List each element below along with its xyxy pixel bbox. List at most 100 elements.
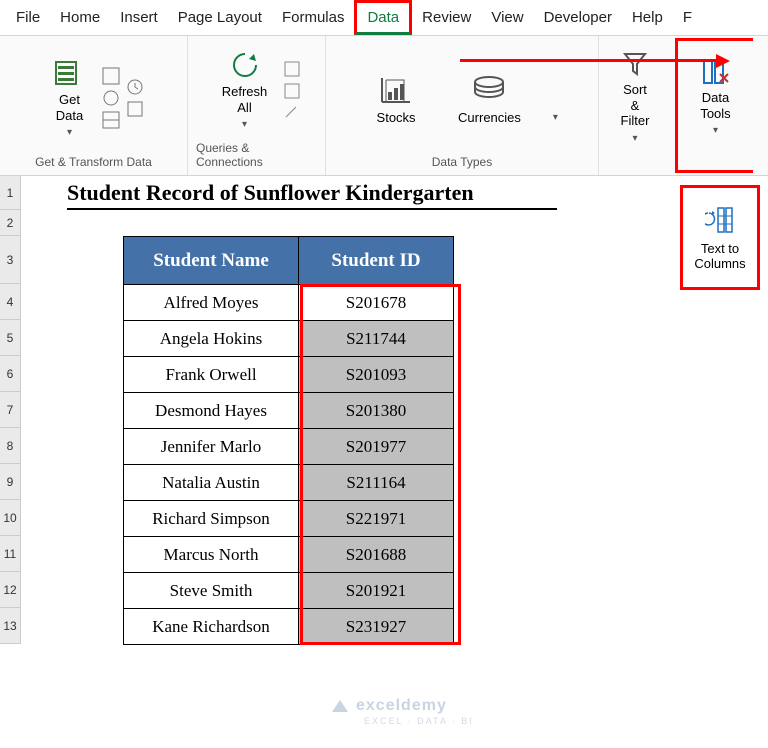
row-header[interactable]: 11 (0, 536, 20, 572)
table-row: Marcus NorthS201688 (124, 537, 454, 573)
row-header[interactable]: 5 (0, 320, 20, 356)
chevron-down-icon: ▾ (242, 119, 247, 131)
student-table: Student Name Student ID Alfred MoyesS201… (123, 236, 454, 645)
table-row: Angela HokinsS211744 (124, 321, 454, 357)
watermark-sub: EXCEL · DATA · BI (364, 716, 474, 726)
data-tools-label: DataTools (700, 90, 730, 121)
row-header[interactable]: 12 (0, 572, 20, 608)
refresh-all-button[interactable]: RefreshAll ▾ (212, 46, 278, 135)
cell-id[interactable]: S201093 (299, 357, 454, 393)
header-id[interactable]: Student ID (299, 237, 454, 285)
row-header[interactable]: 10 (0, 500, 20, 536)
table-row: Natalia AustinS211164 (124, 465, 454, 501)
table-row: Steve SmithS201921 (124, 573, 454, 609)
row-header[interactable]: 7 (0, 392, 20, 428)
cell-name[interactable]: Jennifer Marlo (124, 429, 299, 465)
get-data-icon (54, 56, 86, 88)
from-text-icon (102, 67, 120, 85)
tab-developer[interactable]: Developer (534, 3, 622, 32)
table-header-row: Student Name Student ID (124, 237, 454, 285)
cell-id[interactable]: S201380 (299, 393, 454, 429)
chevron-down-icon: ▾ (713, 125, 718, 137)
cell-name[interactable]: Angela Hokins (124, 321, 299, 357)
refresh-icon (230, 50, 260, 80)
row-headers: 12345678910111213 (0, 176, 21, 644)
cell-id[interactable]: S201688 (299, 537, 454, 573)
tab-help[interactable]: Help (622, 3, 673, 32)
stocks-button[interactable]: Stocks (366, 66, 426, 130)
cell-id[interactable]: S221971 (299, 501, 454, 537)
from-web-icon (102, 89, 120, 107)
tab-formulas[interactable]: Formulas (272, 3, 355, 32)
query-side-buttons[interactable] (283, 60, 301, 122)
tab-file[interactable]: File (6, 3, 50, 32)
tab-home[interactable]: Home (50, 3, 110, 32)
row-header[interactable]: 2 (0, 210, 20, 236)
table-row: Jennifer MarloS201977 (124, 429, 454, 465)
tab-view[interactable]: View (481, 3, 533, 32)
chevron-down-icon: ▾ (632, 133, 637, 145)
row-header[interactable]: 9 (0, 464, 20, 500)
currencies-label: Currencies (458, 110, 521, 126)
sort-filter-label: Sort &Filter (617, 82, 653, 129)
cell-name[interactable]: Richard Simpson (124, 501, 299, 537)
cell-id[interactable]: S231927 (299, 609, 454, 645)
tab-insert[interactable]: Insert (110, 3, 168, 32)
cell-id[interactable]: S201921 (299, 573, 454, 609)
row-header[interactable]: 13 (0, 608, 20, 644)
cell-name[interactable]: Frank Orwell (124, 357, 299, 393)
cell-name[interactable]: Natalia Austin (124, 465, 299, 501)
group-label: Data Types (432, 153, 492, 173)
cell-name[interactable]: Marcus North (124, 537, 299, 573)
properties-icon (283, 82, 301, 100)
table-row: Desmond HayesS201380 (124, 393, 454, 429)
queries-icon (283, 60, 301, 78)
logo-icon (330, 696, 350, 716)
table-row: Richard SimpsonS221971 (124, 501, 454, 537)
refresh-all-label: RefreshAll (222, 84, 268, 115)
recent-icon (126, 78, 144, 96)
watermark: exceldemy (330, 696, 447, 716)
tab-data[interactable]: Data (354, 0, 412, 35)
cell-id[interactable]: S211164 (299, 465, 454, 501)
get-data-side-buttons[interactable] (102, 67, 120, 129)
cell-name[interactable]: Steve Smith (124, 573, 299, 609)
tab-review[interactable]: Review (412, 3, 481, 32)
row-header[interactable]: 4 (0, 284, 20, 320)
edit-links-icon (283, 104, 301, 122)
from-table-icon (102, 111, 120, 129)
page-title: Student Record of Sunflower Kindergarten (67, 180, 557, 210)
get-data-side-buttons-2[interactable] (126, 78, 144, 118)
group-label: Get & Transform Data (35, 153, 152, 173)
cell-id[interactable]: S201678 (299, 285, 454, 321)
row-header[interactable]: 8 (0, 428, 20, 464)
table-row: Alfred MoyesS201678 (124, 285, 454, 321)
stocks-icon (376, 70, 416, 106)
callout-arrow (460, 54, 730, 66)
group-label: Queries & Connections (196, 139, 317, 173)
cell-name[interactable]: Desmond Hayes (124, 393, 299, 429)
connections-icon (126, 100, 144, 118)
table-row: Frank OrwellS201093 (124, 357, 454, 393)
stocks-label: Stocks (377, 110, 416, 126)
chevron-down-icon[interactable]: ▾ (553, 112, 558, 123)
worksheet: 12345678910111213 Student Record of Sunf… (0, 176, 768, 644)
header-name[interactable]: Student Name (124, 237, 299, 285)
tab-page-layout[interactable]: Page Layout (168, 3, 272, 32)
currencies-icon (469, 70, 509, 106)
cell-name[interactable]: Kane Richardson (124, 609, 299, 645)
row-header[interactable]: 6 (0, 356, 20, 392)
ribbon-tabs: FileHomeInsertPage LayoutFormulasDataRev… (0, 0, 768, 36)
get-data-label: GetData (56, 92, 83, 123)
cell-id[interactable]: S201977 (299, 429, 454, 465)
tab-f[interactable]: F (673, 3, 702, 32)
cell-id[interactable]: S211744 (299, 321, 454, 357)
row-header[interactable]: 1 (0, 176, 20, 210)
ribbon: GetData ▾ Get & Transform Data RefreshAl… (0, 36, 768, 176)
cell-name[interactable]: Alfred Moyes (124, 285, 299, 321)
row-header[interactable]: 3 (0, 236, 20, 284)
get-data-button[interactable]: GetData ▾ (44, 52, 96, 143)
currencies-button[interactable]: Currencies (448, 66, 531, 130)
chevron-down-icon: ▾ (67, 127, 72, 139)
table-row: Kane RichardsonS231927 (124, 609, 454, 645)
